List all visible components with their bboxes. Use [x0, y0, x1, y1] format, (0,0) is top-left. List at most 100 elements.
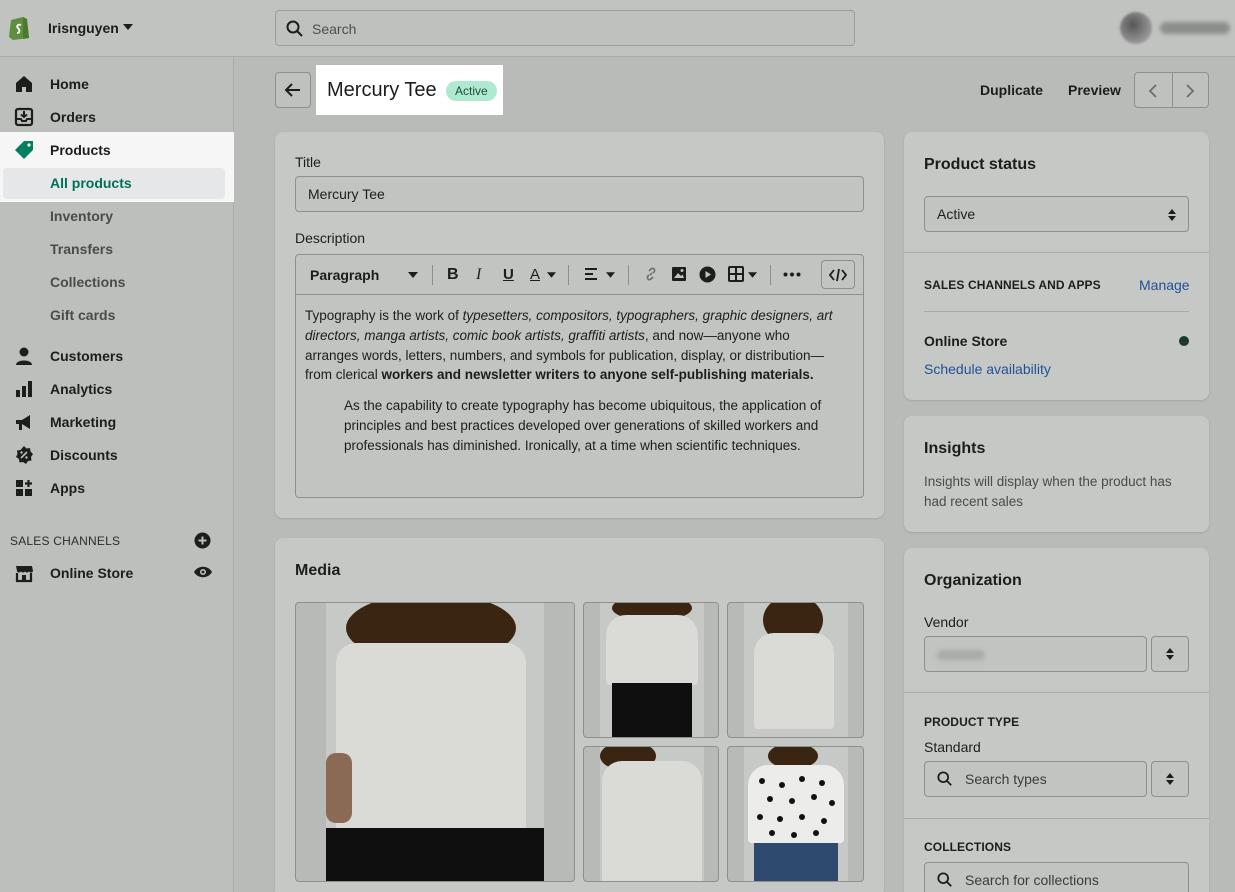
sidebar-item-home[interactable]: Home — [0, 67, 234, 100]
video-icon[interactable] — [699, 266, 716, 283]
sidebar-item-label: Online Store — [50, 565, 134, 581]
bold-icon[interactable]: B — [447, 266, 459, 284]
select-arrows-icon — [1166, 648, 1174, 660]
insights-text: Insights will display when the product h… — [924, 474, 1172, 509]
image-icon[interactable] — [671, 266, 687, 282]
description-content[interactable]: Typography is the work of typesetters, c… — [305, 306, 845, 456]
sidebar-item-label: Transfers — [50, 241, 114, 257]
chevron-down-icon[interactable] — [408, 272, 418, 278]
search-icon — [286, 20, 303, 37]
arrow-left-icon — [284, 83, 300, 97]
title-label: Title — [295, 154, 321, 170]
text-color-icon[interactable]: A — [530, 266, 540, 283]
jeans — [754, 843, 838, 881]
user-name-blurred[interactable] — [1160, 22, 1230, 34]
sidebar: Home Orders Products All products Invent… — [0, 58, 234, 892]
more-icon[interactable] — [783, 272, 801, 277]
media-image-4[interactable] — [583, 746, 719, 882]
chevron-down-icon[interactable] — [748, 272, 757, 278]
chevron-down-icon[interactable] — [123, 24, 133, 30]
media-image-main[interactable] — [295, 602, 575, 882]
sidebar-item-label: Products — [50, 142, 111, 158]
title-value: Mercury Tee — [308, 186, 385, 202]
sidebar-item-label: Collections — [50, 274, 126, 290]
paragraph-select[interactable]: Paragraph — [310, 267, 379, 283]
vendor-field[interactable] — [924, 636, 1147, 672]
sidebar-item-discounts[interactable]: Discounts — [0, 438, 234, 471]
back-button[interactable] — [275, 72, 311, 108]
toolbar-divider — [770, 265, 771, 285]
sidebar-item-label: Discounts — [50, 447, 118, 463]
divider — [904, 818, 1209, 819]
megaphone-icon — [16, 415, 30, 430]
type-select-button[interactable] — [1151, 761, 1189, 797]
sidebar-item-marketing[interactable]: Marketing — [0, 405, 234, 438]
align-left-icon[interactable] — [584, 267, 600, 281]
add-channel-icon[interactable] — [194, 532, 211, 549]
manage-link[interactable]: Manage — [1139, 277, 1190, 293]
title-field[interactable]: Mercury Tee — [295, 176, 864, 212]
product-status-title: Product status — [924, 156, 1037, 173]
search-types-placeholder: Search types — [965, 771, 1047, 787]
sidebar-item-collections[interactable]: Collections — [0, 265, 234, 298]
description-editor[interactable]: Paragraph B I U A Typography is the work… — [295, 254, 864, 498]
insights-title: Insights — [924, 440, 986, 457]
status-select[interactable]: Active — [924, 196, 1189, 232]
avatar[interactable] — [1120, 12, 1152, 44]
sidebar-item-gift-cards[interactable]: Gift cards — [0, 298, 234, 331]
schedule-availability-link[interactable]: Schedule availability — [924, 361, 1051, 377]
sidebar-item-customers[interactable]: Customers — [0, 339, 234, 372]
vendor-select-button[interactable] — [1151, 636, 1189, 672]
status-badge: Active — [446, 81, 497, 101]
code-view-button[interactable] — [821, 260, 855, 289]
toolbar-divider — [432, 265, 433, 285]
chevron-down-icon[interactable] — [547, 272, 556, 278]
media-image-2[interactable] — [583, 602, 719, 738]
collections-heading: COLLECTIONS — [924, 840, 1012, 854]
shopify-logo-icon[interactable] — [8, 14, 30, 40]
chevron-left-icon[interactable] — [1147, 83, 1159, 99]
chevron-right-icon[interactable] — [1184, 83, 1196, 99]
pagination — [1134, 72, 1209, 108]
divider — [904, 252, 1209, 253]
underline-icon[interactable]: U — [503, 266, 514, 283]
italic-icon[interactable]: I — [476, 266, 481, 284]
link-icon[interactable] — [643, 266, 659, 282]
sales-channels-heading: SALES CHANNELS AND APPS — [924, 278, 1101, 292]
description-blockquote: As the capability to create typography h… — [344, 398, 822, 453]
product-type-value: Standard — [924, 739, 981, 755]
sidebar-item-analytics[interactable]: Analytics — [0, 372, 234, 405]
search-types-input[interactable]: Search types — [924, 761, 1147, 797]
sidebar-item-transfers[interactable]: Transfers — [0, 232, 234, 265]
store-name[interactable]: Irisnguyen — [48, 20, 119, 36]
sidebar-item-all-products[interactable]: All products — [0, 166, 234, 199]
top-bar: Irisnguyen Search — [0, 0, 1235, 57]
sidebar-item-apps[interactable]: Apps — [0, 471, 234, 504]
chevron-down-icon[interactable] — [606, 272, 615, 278]
sidebar-item-orders[interactable]: Orders — [0, 100, 234, 133]
sidebar-item-label: All products — [50, 175, 132, 191]
sidebar-item-products[interactable]: Products — [0, 133, 234, 166]
table-icon[interactable] — [728, 266, 744, 282]
pants — [612, 683, 692, 737]
description-label: Description — [295, 230, 366, 246]
toolbar-divider — [628, 265, 629, 285]
customer-icon — [16, 347, 32, 365]
duplicate-button[interactable]: Duplicate — [980, 82, 1043, 98]
tag-icon — [15, 141, 33, 159]
home-icon — [16, 76, 32, 92]
shirt — [602, 761, 702, 881]
search-input[interactable]: Search — [275, 10, 855, 46]
analytics-icon — [16, 381, 32, 397]
channel-status-dot — [1179, 336, 1189, 346]
search-icon — [937, 771, 952, 786]
media-image-3[interactable] — [727, 602, 864, 738]
pants — [326, 828, 544, 881]
sales-channels-heading: SALES CHANNELS — [10, 534, 121, 548]
media-image-5[interactable] — [727, 746, 864, 882]
description-text: Typography is the work of — [305, 308, 463, 323]
sidebar-item-inventory[interactable]: Inventory — [0, 199, 234, 232]
search-collections-input[interactable]: Search for collections — [924, 862, 1189, 892]
preview-button[interactable]: Preview — [1068, 82, 1121, 98]
eye-icon[interactable] — [193, 565, 213, 579]
